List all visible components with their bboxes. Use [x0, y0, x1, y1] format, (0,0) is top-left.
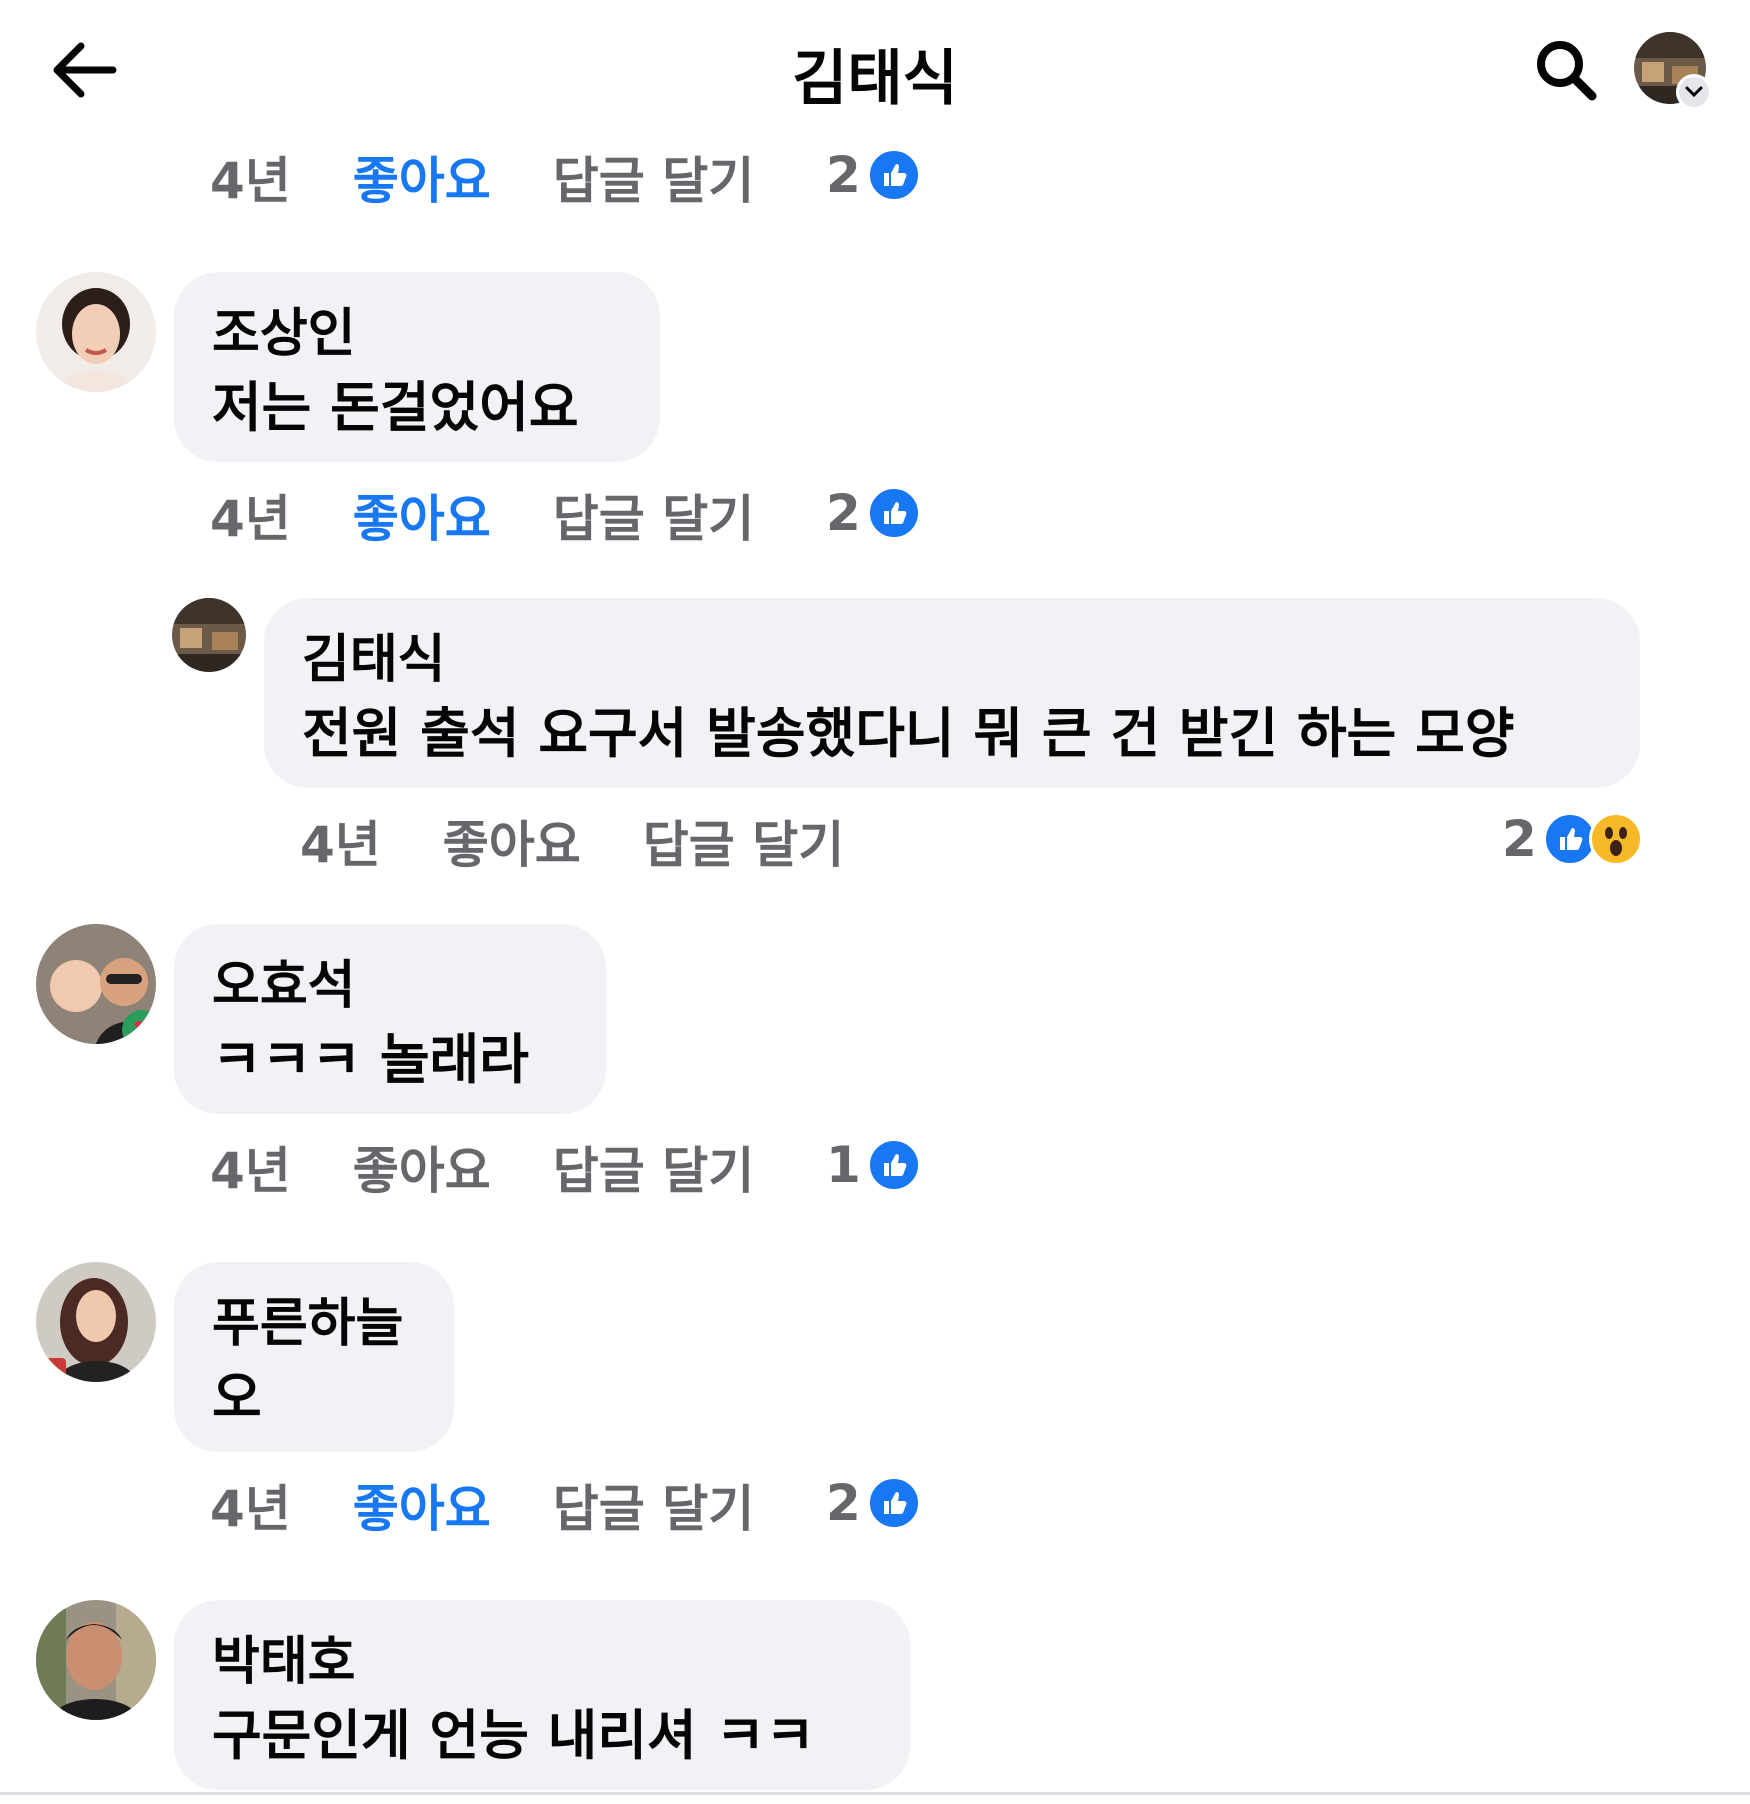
avatar[interactable]: [36, 1262, 156, 1382]
comment-time: 4년: [210, 1480, 291, 1538]
reaction-summary[interactable]: 2: [826, 478, 921, 548]
comment-author[interactable]: 박태호: [212, 1626, 872, 1698]
reaction-count: 2: [826, 484, 861, 542]
comment-bubble: 조상인 저는 돈걸었어요: [174, 272, 660, 462]
chevron-down-icon: [1676, 74, 1712, 110]
like-button[interactable]: 좋아요: [353, 1469, 491, 1541]
comment-actions: 4년 좋아요 답글 달기: [210, 1132, 754, 1202]
comment-actions: 4년 좋아요 답글 달기: [210, 1470, 754, 1540]
reaction-count: 2: [1502, 810, 1537, 868]
like-button[interactable]: 좋아요: [443, 805, 581, 877]
reaction-summary[interactable]: 1: [826, 1130, 921, 1200]
like-reaction-icon: [866, 486, 921, 540]
comment-actions: 4년 좋아요 답글 달기: [210, 480, 754, 550]
avatar[interactable]: [36, 1600, 156, 1720]
comment-text: 오: [212, 1366, 262, 1429]
reaction-count: 2: [826, 1474, 861, 1532]
reply-button[interactable]: 답글 달기: [553, 141, 754, 213]
like-button[interactable]: 좋아요: [353, 479, 491, 551]
comment-actions: 4년 좋아요 답글 달기: [300, 806, 844, 876]
like-button[interactable]: 좋아요: [353, 1131, 491, 1203]
avatar[interactable]: [172, 598, 246, 672]
avatar[interactable]: [36, 272, 156, 392]
reaction-count: 1: [826, 1136, 861, 1194]
comment-bubble: 김태식 전원 출석 요구서 발송했다니 뭐 큰 건 받긴 하는 모양: [264, 598, 1640, 788]
comment-author[interactable]: 오효석: [212, 950, 568, 1022]
comment-text: ㅋㅋㅋ 놀래라: [212, 1028, 529, 1091]
like-reaction-icon: [866, 1138, 921, 1192]
comment-time: 4년: [300, 816, 381, 874]
wow-reaction-icon: [1588, 812, 1643, 866]
comment-text: 저는 돈걸었어요: [212, 376, 579, 439]
comment-time: 4년: [210, 490, 291, 548]
comment-bubble: 푸른하늘 오: [174, 1262, 454, 1452]
comment-author[interactable]: 조상인: [212, 298, 622, 370]
reaction-summary[interactable]: 2: [826, 140, 921, 210]
like-reaction-icon: [866, 1476, 921, 1530]
comment-author[interactable]: 푸른하늘: [212, 1288, 416, 1360]
comment-time: 4년: [210, 1142, 291, 1200]
reaction-summary[interactable]: 2: [826, 1468, 921, 1538]
comment-bubble: 박태호 구문인게 언능 내리셔 ㅋㅋ: [174, 1600, 910, 1790]
reply-button[interactable]: 답글 달기: [553, 1469, 754, 1541]
comment-text: 구문인게 언능 내리셔 ㅋㅋ: [212, 1704, 815, 1767]
avatar[interactable]: [36, 924, 156, 1044]
reaction-summary[interactable]: 2: [1502, 804, 1643, 874]
divider: [0, 1792, 1750, 1795]
profile-menu-button[interactable]: [1634, 32, 1712, 110]
page-title: 김태식: [792, 44, 958, 114]
search-icon: [1537, 41, 1597, 101]
comment-bubble: 오효석 ㅋㅋㅋ 놀래라: [174, 924, 606, 1114]
comment-actions: 4년 좋아요 답글 달기: [210, 142, 754, 212]
comment-time: 4년: [210, 152, 291, 210]
comment-author[interactable]: 김태식: [302, 624, 1602, 696]
top-bar: 김태식: [0, 0, 1750, 140]
comment-text: 전원 출석 요구서 발송했다니 뭐 큰 건 받긴 하는 모양: [302, 702, 1515, 765]
reaction-count: 2: [826, 146, 861, 204]
reply-button[interactable]: 답글 달기: [553, 479, 754, 551]
like-button[interactable]: 좋아요: [353, 141, 491, 213]
search-button[interactable]: [1530, 34, 1602, 106]
reply-button[interactable]: 답글 달기: [553, 1131, 754, 1203]
like-reaction-icon: [866, 148, 921, 202]
reply-button[interactable]: 답글 달기: [643, 805, 844, 877]
